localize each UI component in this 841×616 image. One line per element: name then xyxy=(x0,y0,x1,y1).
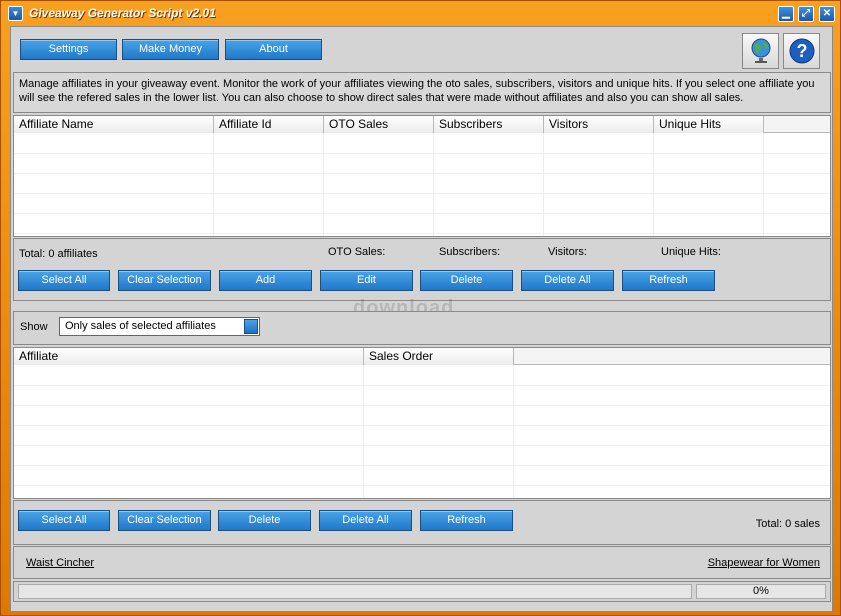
table-row[interactable] xyxy=(14,386,830,406)
sales-filter-value: Only sales of selected affiliates xyxy=(65,320,216,332)
progress-percent: 0% xyxy=(696,584,826,599)
sales-total: Total: 0 sales xyxy=(755,518,820,530)
window-title: Giveaway Generator Script v2.01 xyxy=(29,6,216,20)
filter-panel: Show Only sales of selected affiliates xyxy=(13,311,831,345)
table-row[interactable] xyxy=(14,174,830,194)
subscribers-label: Subscribers: xyxy=(439,246,501,258)
add-affiliate-button[interactable]: Add xyxy=(219,270,312,291)
table-row[interactable] xyxy=(14,194,830,214)
column-header[interactable]: Unique Hits xyxy=(654,116,764,133)
status-bar: 0% xyxy=(13,581,831,602)
table-row[interactable] xyxy=(14,214,830,234)
maximize-icon[interactable]: ⤢ xyxy=(798,6,814,22)
affiliates-actions-panel: Total: 0 affiliates OTO Sales: Subscribe… xyxy=(13,238,831,301)
visitors-label: Visitors: xyxy=(548,246,587,258)
column-header[interactable]: Sales Order xyxy=(364,348,514,365)
table-row[interactable] xyxy=(14,134,830,154)
unique-hits-label: Unique Hits: xyxy=(661,246,721,258)
edit-affiliate-button[interactable]: Edit xyxy=(320,270,413,291)
table-row[interactable] xyxy=(14,154,830,174)
dropdown-arrow-icon[interactable] xyxy=(244,319,258,334)
sales-filter-select[interactable]: Only sales of selected affiliates xyxy=(59,317,260,336)
affiliates-clear-selection-button[interactable]: Clear Selection xyxy=(118,270,211,291)
globe-icon xyxy=(751,38,770,63)
system-menu-icon[interactable]: ▼ xyxy=(8,6,23,21)
refresh-sales-button[interactable]: Refresh xyxy=(420,510,513,531)
table-row[interactable] xyxy=(14,366,830,386)
make-money-button[interactable]: Make Money xyxy=(122,39,219,60)
title-bar[interactable]: ▼ Giveaway Generator Script v2.01 ▁ ⤢ ✕ xyxy=(1,1,840,25)
refresh-affiliates-button[interactable]: Refresh xyxy=(622,270,715,291)
show-label: Show xyxy=(20,321,48,333)
affiliates-select-all-button[interactable]: Select All xyxy=(18,270,110,291)
svg-text:?: ? xyxy=(796,41,807,61)
column-header[interactable]: Affiliate xyxy=(14,348,364,365)
minimize-icon[interactable]: ▁ xyxy=(778,6,794,22)
web-button[interactable] xyxy=(742,33,779,69)
help-icon: ? xyxy=(789,38,814,64)
delete-affiliate-button[interactable]: Delete xyxy=(420,270,513,291)
oto-sales-label: OTO Sales: xyxy=(328,246,386,258)
description-text: Manage affiliates in your giveaway event… xyxy=(13,72,831,113)
delete-sale-button[interactable]: Delete xyxy=(218,510,311,531)
column-header[interactable]: Affiliate Id xyxy=(214,116,324,133)
delete-all-sales-button[interactable]: Delete All xyxy=(319,510,412,531)
table-row[interactable] xyxy=(14,406,830,426)
delete-all-affiliates-button[interactable]: Delete All xyxy=(521,270,614,291)
sales-actions-panel: Select All Clear Selection Delete Delete… xyxy=(13,500,831,545)
waist-cincher-link[interactable]: Waist Cincher xyxy=(26,557,94,569)
affiliates-total: Total: 0 affiliates xyxy=(19,248,98,260)
table-row[interactable] xyxy=(14,466,830,486)
settings-button[interactable]: Settings xyxy=(20,39,117,60)
affiliates-table[interactable]: Affiliate Name Affiliate Id OTO Sales Su… xyxy=(13,115,831,237)
shapewear-link[interactable]: Shapewear for Women xyxy=(708,557,820,569)
sales-select-all-button[interactable]: Select All xyxy=(18,510,110,531)
close-icon[interactable]: ✕ xyxy=(819,6,835,22)
column-header[interactable]: Subscribers xyxy=(434,116,544,133)
table-row[interactable] xyxy=(14,426,830,446)
column-header[interactable]: OTO Sales xyxy=(324,116,434,133)
affiliates-table-header: Affiliate Name Affiliate Id OTO Sales Su… xyxy=(14,116,830,133)
column-header[interactable]: Visitors xyxy=(544,116,654,133)
about-button[interactable]: About xyxy=(225,39,322,60)
sales-table-header: Affiliate Sales Order xyxy=(14,348,830,365)
table-row[interactable] xyxy=(14,446,830,466)
links-panel: Waist Cincher Shapewear for Women xyxy=(13,546,831,579)
sales-table[interactable]: Affiliate Sales Order xyxy=(13,347,831,499)
status-progress-bar xyxy=(18,584,692,599)
sales-clear-selection-button[interactable]: Clear Selection xyxy=(118,510,211,531)
client-area: Settings Make Money About ? Manage affil… xyxy=(10,26,833,612)
help-button[interactable]: ? xyxy=(783,33,820,69)
app-window: ▼ Giveaway Generator Script v2.01 ▁ ⤢ ✕ … xyxy=(0,0,841,616)
column-header[interactable]: Affiliate Name xyxy=(14,116,214,133)
